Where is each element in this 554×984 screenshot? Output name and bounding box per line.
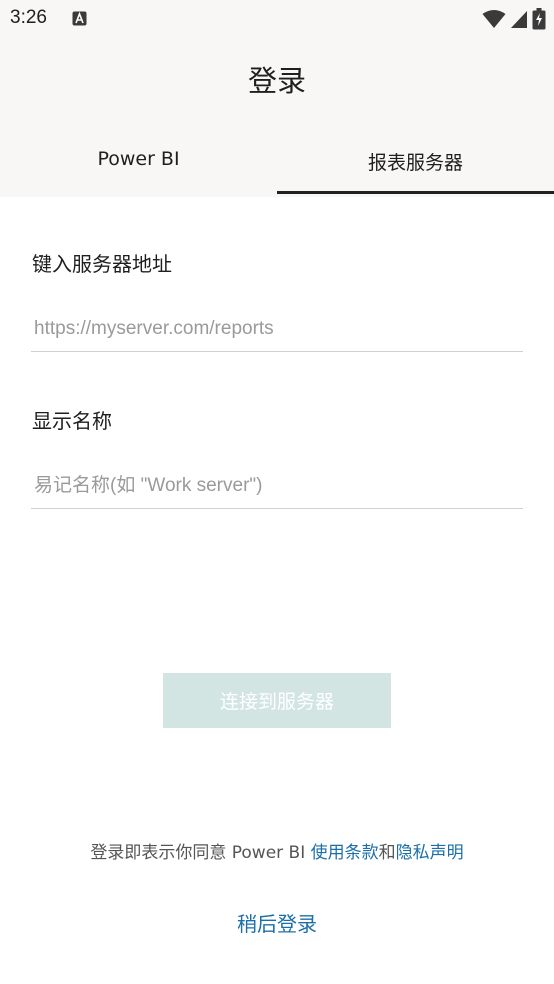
header-area: 3:26 登录 Power BI 报表服务器 [0, 0, 554, 197]
terms-of-use-link[interactable]: 使用条款 [311, 843, 379, 863]
tab-label: Power BI [97, 148, 180, 170]
connect-to-server-button[interactable]: 连接到服务器 [163, 673, 391, 728]
signal-icon [511, 11, 527, 28]
server-address-input[interactable] [31, 306, 523, 352]
status-icons [482, 8, 546, 30]
display-name-input[interactable] [31, 463, 523, 509]
tab-label: 报表服务器 [367, 152, 463, 174]
terms-and: 和 [378, 843, 396, 863]
status-bar: 3:26 [0, 0, 554, 40]
terms-text: 登录即表示你同意 Power BI 使用条款和隐私声明 [0, 838, 554, 863]
battery-charging-icon [532, 8, 546, 30]
display-name-label: 显示名称 [32, 409, 112, 433]
tab-bar: Power BI 报表服务器 [0, 130, 554, 197]
tab-report-server[interactable]: 报表服务器 [277, 130, 554, 197]
sign-in-later-link[interactable]: 稍后登录 [0, 908, 554, 937]
page-title: 登录 [247, 64, 306, 98]
tab-power-bi[interactable]: Power BI [0, 130, 277, 197]
status-time: 3:26 [10, 7, 47, 28]
a-notification-icon [72, 11, 87, 26]
privacy-statement-link[interactable]: 隐私声明 [396, 843, 464, 863]
wifi-icon [482, 10, 506, 28]
terms-prefix: 登录即表示你同意 Power BI [90, 843, 311, 863]
server-address-label: 键入服务器地址 [32, 252, 172, 276]
